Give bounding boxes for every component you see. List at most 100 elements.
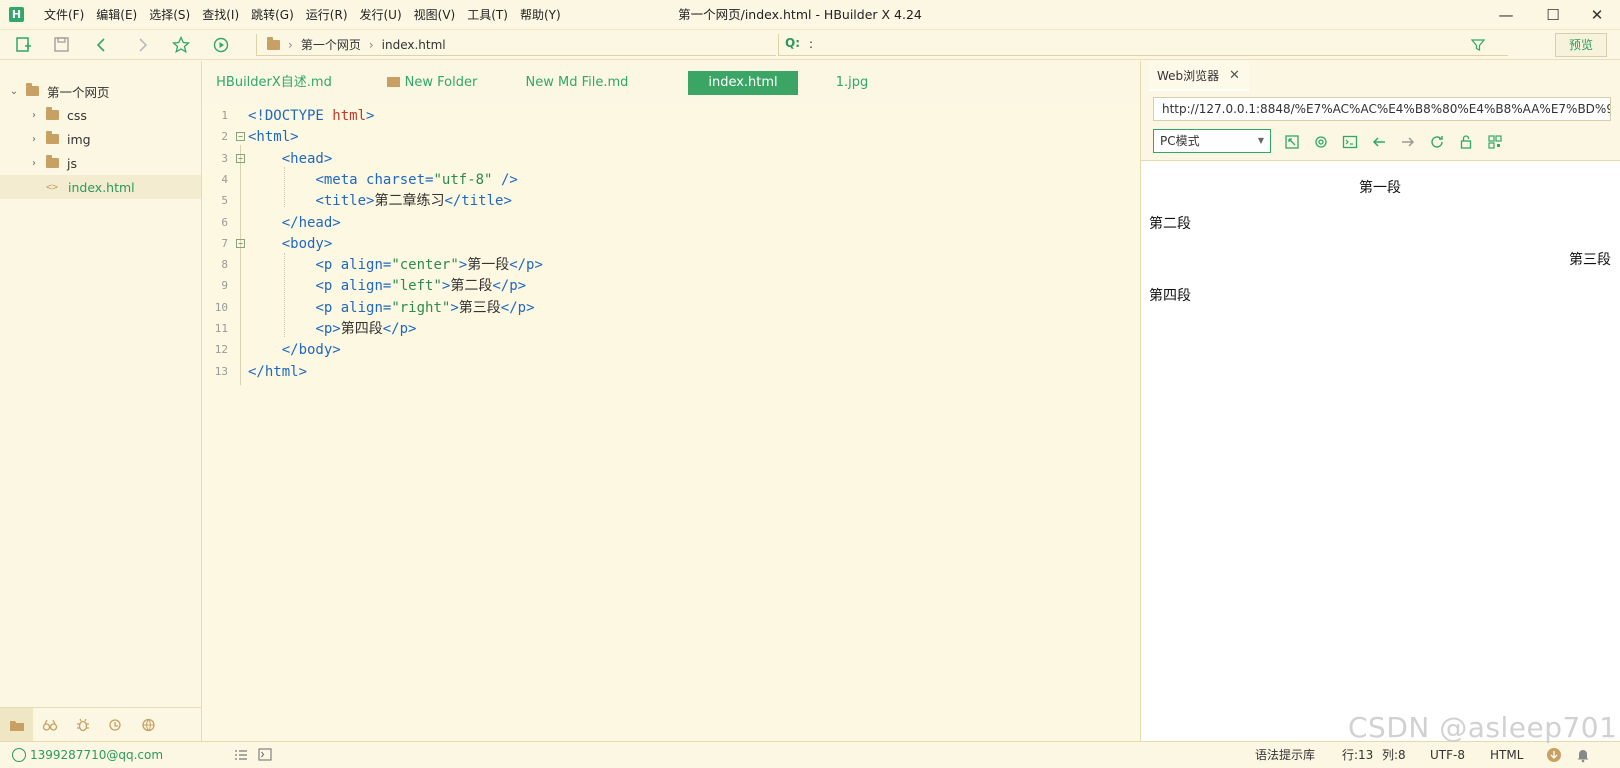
minimize-button[interactable]: — <box>1483 0 1529 30</box>
bug-icon <box>76 718 89 731</box>
code-text: <!DOCTYPE html> <box>248 108 375 124</box>
tree-item-js[interactable]: › js <box>0 151 201 175</box>
back-icon[interactable] <box>92 36 112 54</box>
code-line[interactable]: 8 <p align="center">第一段</p> <box>202 254 1132 276</box>
open-external-icon[interactable] <box>1283 133 1301 151</box>
new-file-icon[interactable] <box>14 36 34 54</box>
code-line[interactable]: 12 </body> <box>202 339 1132 361</box>
chevron-down-icon: ▼ <box>1257 136 1264 145</box>
tab-search[interactable] <box>33 708 66 741</box>
breadcrumb-file[interactable]: index.html <box>382 38 446 52</box>
paragraph-3: 第三段 <box>1569 252 1611 268</box>
language-mode-selector[interactable]: HTML <box>1490 742 1523 768</box>
code-line[interactable]: 5 <title>第二章练习</title> <box>202 190 1132 212</box>
folder-icon <box>46 155 59 168</box>
folder-icon <box>386 77 400 87</box>
paragraph-4: 第四段 <box>1149 288 1191 304</box>
search-icon: Q: <box>785 36 800 50</box>
tab-web-browser[interactable]: Web浏览器 ✕ <box>1149 61 1249 91</box>
lock-icon[interactable] <box>1457 133 1475 151</box>
filter-icon[interactable] <box>1471 38 1485 52</box>
code-text: <meta charset="utf-8" /> <box>315 171 518 188</box>
menu-bar: 文件(F) 编辑(E) 选择(S) 查找(I) 跳转(G) 运行(R) 发行(U) 视图(V)… <box>38 0 567 30</box>
maximize-button[interactable]: ☐ <box>1530 0 1576 30</box>
line-number: 10 <box>214 300 228 314</box>
chevron-right-icon: › <box>368 37 374 52</box>
chevron-right-icon[interactable]: › <box>28 110 40 121</box>
close-icon[interactable]: ✕ <box>1229 61 1240 91</box>
code-line[interactable]: 6 </head> <box>202 212 1132 234</box>
forward-arrow-icon[interactable] <box>1399 133 1417 151</box>
menu-item[interactable]: 视图(V) <box>408 0 462 30</box>
terminal-icon[interactable] <box>258 748 272 761</box>
forward-icon[interactable] <box>132 36 152 54</box>
code-line[interactable]: 13 </html> <box>202 361 1132 383</box>
menu-item[interactable]: 帮助(Y) <box>514 0 567 30</box>
fold-toggle-icon[interactable]: − <box>236 132 245 142</box>
user-account[interactable]: 1399287710@qq.com <box>30 742 163 768</box>
menu-item[interactable]: 编辑(E) <box>90 0 143 30</box>
code-line[interactable]: 1 <!DOCTYPE html> <box>202 105 1132 127</box>
fold-toggle-icon[interactable]: − <box>236 153 245 163</box>
tab-new-md-file[interactable]: New Md File.md <box>522 71 632 95</box>
back-arrow-icon[interactable] <box>1370 133 1388 151</box>
code-line[interactable]: 10 <p align="right">第三段</p> <box>202 297 1132 319</box>
menu-item[interactable]: 发行(U) <box>354 0 408 30</box>
code-line[interactable]: 11 <p>第四段</p> <box>202 318 1132 340</box>
url-input[interactable]: http://127.0.0.1:8848/%E7%AC%AC%E4%B8%80… <box>1153 97 1611 121</box>
encoding-selector[interactable]: UTF-8 <box>1430 742 1465 768</box>
tab-index-html[interactable]: index.html <box>688 71 798 95</box>
tree-item-img[interactable]: › img <box>0 127 201 151</box>
code-line[interactable]: 2− <html> <box>202 126 1132 148</box>
title-bar: H 文件(F) 编辑(E) 选择(S) 查找(I) 跳转(G) 运行(R) 发行(U) 视图(… <box>0 0 1620 30</box>
tab-cloud[interactable] <box>132 708 165 741</box>
user-icon <box>12 748 26 762</box>
device-mode-select[interactable]: PC模式 ▼ <box>1153 129 1271 153</box>
refresh-icon[interactable] <box>1428 133 1446 151</box>
settings-icon[interactable] <box>1312 133 1330 151</box>
code-line[interactable]: 7− <body> <box>202 233 1132 255</box>
qr-code-icon[interactable] <box>1486 133 1504 151</box>
chevron-right-icon[interactable]: › <box>28 134 40 145</box>
tab-new-folder[interactable]: New Folder <box>382 71 482 95</box>
tree-item-label: index.html <box>68 179 135 195</box>
download-icon[interactable] <box>1546 747 1562 763</box>
tree-project-root[interactable]: ⌄ 第一个网页 <box>0 79 201 103</box>
bell-icon[interactable] <box>1576 747 1590 763</box>
code-line[interactable]: 4 <meta charset="utf-8" /> <box>202 169 1132 191</box>
cursor-row: 行:13 <box>1342 748 1374 762</box>
run-icon[interactable] <box>211 36 231 54</box>
tab-1-jpg[interactable]: 1.jpg <box>812 71 892 95</box>
menu-item[interactable]: 选择(S) <box>143 0 196 30</box>
folder-icon <box>267 36 280 50</box>
console-icon[interactable] <box>1341 133 1359 151</box>
code-text: <head> <box>281 150 333 167</box>
tab-project-manager[interactable] <box>0 708 33 741</box>
syntax-library-button[interactable]: 语法提示库 <box>1255 742 1315 768</box>
code-line[interactable]: 9 <p align="left">第二段</p> <box>202 275 1132 297</box>
chevron-down-icon[interactable]: ⌄ <box>8 86 20 97</box>
chevron-right-icon[interactable]: › <box>28 158 40 169</box>
code-text: </html> <box>248 363 308 380</box>
tab-debug[interactable] <box>66 708 99 741</box>
preview-button[interactable]: 预览 <box>1555 33 1607 57</box>
tree-item-index-html[interactable]: <> index.html <box>0 175 201 199</box>
list-icon[interactable] <box>234 749 248 761</box>
breadcrumb-project[interactable]: 第一个网页 <box>301 36 361 53</box>
code-line[interactable]: 3− <head> <box>202 148 1132 170</box>
menu-item[interactable]: 工具(T) <box>461 0 514 30</box>
fold-toggle-icon[interactable]: − <box>236 238 245 248</box>
menu-item[interactable]: 跳转(G) <box>245 0 300 30</box>
tab-git[interactable] <box>99 708 132 741</box>
menu-item[interactable]: 文件(F) <box>38 0 90 30</box>
menu-item[interactable]: 运行(R) <box>300 0 354 30</box>
code-editor[interactable]: 1 <!DOCTYPE html> 2− <html> 3− <head> 4 <meta… <box>202 105 1314 741</box>
save-icon[interactable] <box>52 36 72 54</box>
close-window-button[interactable]: ✕ <box>1574 0 1620 30</box>
menu-item[interactable]: 查找(I) <box>196 0 245 30</box>
tab-hbuilderx-readme[interactable]: HBuilderX自述.md <box>210 71 338 95</box>
search-input[interactable]: Q: : <box>778 34 1508 56</box>
tree-item-css[interactable]: › css <box>0 103 201 127</box>
tree-item-label: js <box>67 155 77 171</box>
star-icon[interactable] <box>171 36 191 54</box>
